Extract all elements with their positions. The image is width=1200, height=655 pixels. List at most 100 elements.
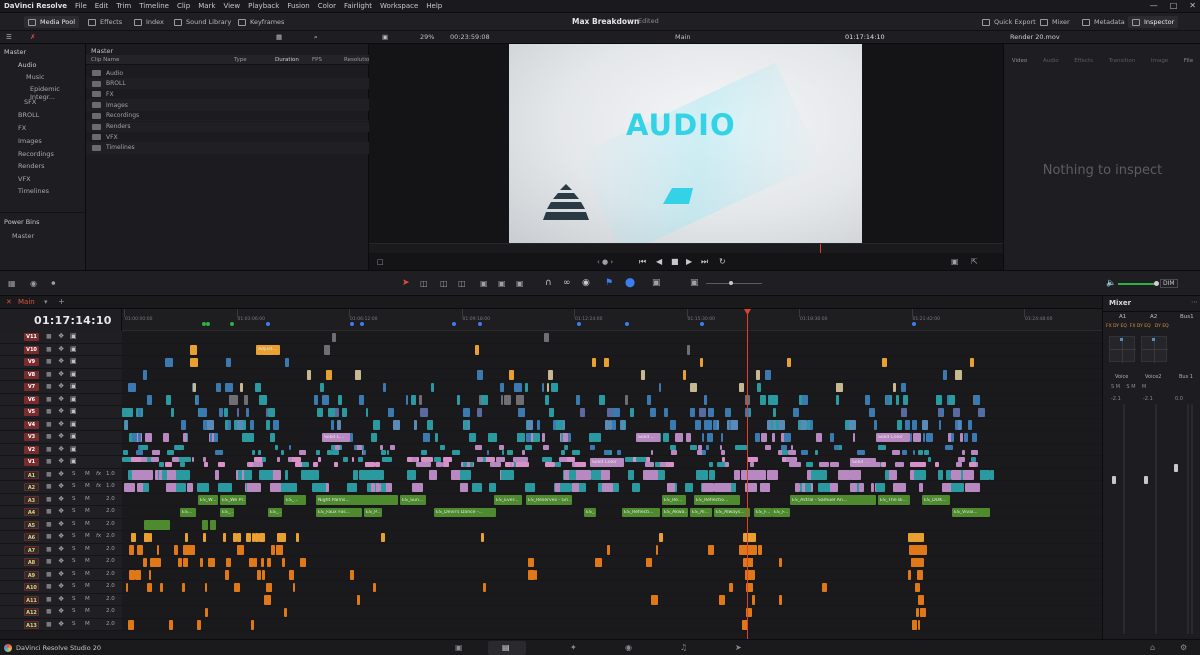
timeline-clip[interactable] [778, 595, 783, 605]
timeline-clip[interactable] [341, 407, 348, 417]
auto-select-icon[interactable]: ❖ [58, 445, 64, 453]
timeline-clip[interactable] [380, 482, 387, 492]
timeline-clip[interactable] [708, 545, 714, 555]
timeline-clip[interactable] [139, 444, 148, 450]
timeline-clip[interactable] [896, 395, 899, 405]
media-pool-button[interactable]: Media Pool [24, 16, 80, 28]
timeline-clip[interactable] [724, 407, 732, 417]
track-v11[interactable] [122, 331, 1102, 344]
timeline-clip[interactable] [372, 470, 384, 480]
timeline-clip[interactable] [788, 449, 797, 455]
timeline-clip[interactable] [708, 407, 715, 417]
timeline-clip[interactable] [366, 407, 369, 417]
timeline-clip[interactable] [233, 582, 241, 592]
track-visibility-icon[interactable]: ▣ [70, 357, 77, 365]
mute-button[interactable]: M [85, 471, 90, 477]
timeline-clip[interactable] [719, 444, 722, 450]
lock-icon[interactable]: ■ [46, 396, 52, 403]
timeline-clip[interactable] [764, 482, 770, 492]
timeline-clip[interactable]: ES_Al... [690, 507, 712, 517]
timeline-clip[interactable] [131, 457, 142, 462]
timeline-clip[interactable] [609, 420, 613, 430]
timeline-clip[interactable] [337, 395, 342, 405]
timeline-clip[interactable] [411, 457, 417, 462]
timeline-clip[interactable]: ES_The Bi... [878, 495, 910, 505]
solo-button[interactable]: S [72, 521, 76, 527]
jog-indicator-icon[interactable]: ‹ ● › [597, 258, 613, 266]
mixer-solo-mute[interactable]: S M S M M [1111, 384, 1146, 390]
timeline-clip[interactable] [751, 595, 756, 605]
timeline-clip[interactable] [522, 457, 525, 462]
timeline-clip[interactable] [943, 370, 948, 380]
track-header-a5[interactable]: A5 ■ ❖ S M 2.0 [0, 518, 122, 531]
position-lock-icon[interactable]: ◉ [582, 278, 590, 288]
timeline-clip[interactable] [476, 457, 483, 462]
track-visibility-icon[interactable]: ▣ [70, 345, 77, 353]
timeline-clip[interactable] [359, 470, 371, 480]
track-a9[interactable] [122, 569, 1102, 581]
timeline-clip[interactable] [895, 462, 904, 467]
timeline-clip[interactable] [650, 449, 654, 455]
timeline-clip[interactable] [869, 407, 876, 417]
timeline-clip[interactable] [208, 557, 215, 567]
mic-icon[interactable]: ⚫ [50, 279, 57, 288]
track-a13[interactable] [122, 619, 1102, 631]
timeline-clip[interactable] [901, 407, 908, 417]
overwrite-clip-icon[interactable]: ▣ [498, 279, 506, 288]
lock-icon[interactable]: ■ [46, 596, 52, 603]
timeline-clip[interactable] [625, 395, 629, 405]
timeline-clip[interactable] [938, 420, 941, 430]
track-header-v9[interactable]: V9 ■ ❖ ▣ [0, 356, 122, 369]
timeline-clip[interactable] [180, 462, 185, 467]
timeline-clip[interactable] [556, 420, 564, 430]
timeline-ruler[interactable]: 01:00:00:00 01:03:06:00 01:06:12:00 01:09:1… [122, 309, 1102, 331]
timeline-clip[interactable] [420, 407, 429, 417]
timeline-clip[interactable] [782, 449, 788, 455]
fullscreen-icon[interactable]: ⇱ [971, 257, 978, 266]
timeline-clip[interactable] [917, 620, 921, 630]
stop-icon[interactable]: ■ [671, 257, 679, 266]
timeline-clip[interactable] [958, 420, 961, 430]
auto-select-icon[interactable]: ❖ [58, 557, 64, 565]
timeline-clip[interactable] [407, 470, 414, 480]
timeline-clip[interactable] [225, 357, 231, 367]
fader-bus1[interactable] [1174, 464, 1178, 472]
timeline-clip[interactable] [410, 395, 416, 405]
timeline-clip[interactable] [594, 557, 601, 567]
timeline-clip[interactable] [144, 532, 150, 542]
timeline-clip[interactable]: Solid C... [322, 432, 350, 442]
maximize-icon[interactable]: □ [1170, 1, 1178, 10]
timeline-clip[interactable] [567, 457, 575, 462]
timeline-clip[interactable] [915, 607, 920, 617]
track-a3[interactable]: ES_W... ES_We Pl... ES_... Night Palms... ES… [122, 494, 1102, 506]
timeline-clip[interactable] [770, 395, 778, 405]
timeline-clip[interactable] [125, 407, 134, 417]
timeline-clip[interactable] [274, 420, 277, 430]
timeline-clip[interactable]: ES_We Pl... [220, 495, 246, 505]
timeline-clip[interactable] [350, 570, 354, 580]
menu-workspace[interactable]: Workspace [380, 2, 418, 10]
inspector-button[interactable]: Inspector [1128, 16, 1179, 28]
timeline-clip[interactable] [389, 444, 396, 450]
timeline-clip[interactable] [136, 449, 143, 455]
timeline-clip[interactable] [950, 470, 961, 480]
timeline-clip[interactable] [631, 482, 641, 492]
timeline-clip[interactable]: ES_P... [364, 507, 382, 517]
col-clip-name[interactable]: Clip Name [91, 57, 119, 63]
zoom-level[interactable]: 29% [420, 33, 434, 41]
tab-audio[interactable]: Audio [1043, 58, 1059, 72]
timeline-clip[interactable] [292, 457, 301, 462]
timeline-clip[interactable] [203, 532, 207, 542]
track-visibility-icon[interactable]: ▣ [70, 370, 77, 378]
timeline-clip[interactable] [593, 432, 601, 442]
timeline-clip[interactable] [254, 382, 262, 392]
timeline-clip[interactable] [830, 432, 835, 442]
timeline-clip[interactable] [589, 444, 595, 450]
timeline-clip[interactable] [534, 570, 538, 580]
lock-icon[interactable]: ■ [46, 571, 52, 578]
timeline-clip[interactable] [629, 407, 634, 417]
solo-button[interactable]: S [72, 596, 76, 602]
timeline-clip[interactable] [764, 370, 771, 380]
timeline-clip[interactable] [262, 570, 266, 580]
timeline-clip[interactable] [690, 407, 696, 417]
